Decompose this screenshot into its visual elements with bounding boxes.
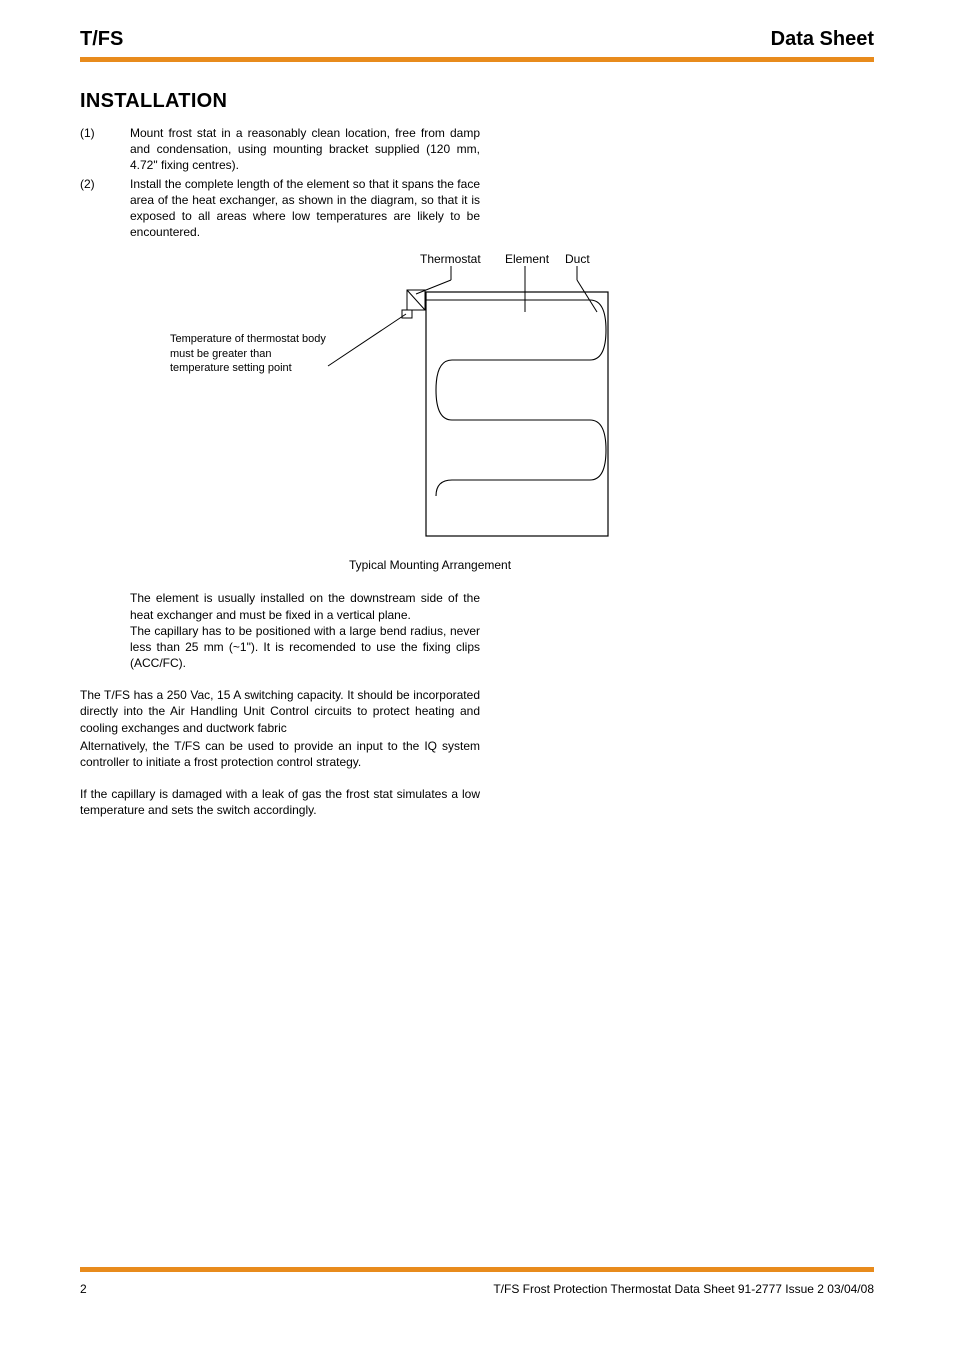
diagram-caption: Typical Mounting Arrangement	[170, 558, 690, 572]
section-heading: INSTALLATION	[80, 90, 874, 113]
step-number: (1)	[80, 125, 130, 174]
step-text: Mount frost stat in a reasonably clean l…	[130, 125, 480, 174]
body-para-3: If the capillary is damaged with a leak …	[80, 786, 480, 818]
indent-paragraphs: The element is usually installed on the …	[80, 590, 480, 671]
step-number: (2)	[80, 176, 130, 241]
indent-para-1: The element is usually installed on the …	[130, 590, 480, 622]
body-para-1: The T/FS has a 250 Vac, 15 A switching c…	[80, 687, 480, 736]
page-footer: 2 T/FS Frost Protection Thermostat Data …	[80, 1282, 874, 1296]
footer-page-number: 2	[80, 1282, 87, 1296]
footer-accent-bar	[80, 1267, 874, 1272]
header-right: Data Sheet	[771, 28, 874, 51]
diagram-svg	[170, 252, 690, 552]
body-para-2: Alternatively, the T/FS can be used to p…	[80, 738, 480, 770]
footer-doc-reference: T/FS Frost Protection Thermostat Data Sh…	[493, 1282, 874, 1296]
body-paragraphs: The T/FS has a 250 Vac, 15 A switching c…	[80, 687, 480, 818]
header-accent-bar	[80, 57, 874, 62]
step-2: (2) Install the complete length of the e…	[80, 176, 480, 241]
step-1: (1) Mount frost stat in a reasonably cle…	[80, 125, 480, 174]
indent-para-2: The capillary has to be positioned with …	[130, 623, 480, 672]
mounting-diagram: Thermostat Element Duct Temperature of t…	[170, 252, 690, 552]
step-text: Install the complete length of the eleme…	[130, 176, 480, 241]
page-header: T/FS Data Sheet	[80, 28, 874, 57]
steps-column: (1) Mount frost stat in a reasonably cle…	[80, 125, 480, 240]
header-left: T/FS	[80, 28, 123, 51]
